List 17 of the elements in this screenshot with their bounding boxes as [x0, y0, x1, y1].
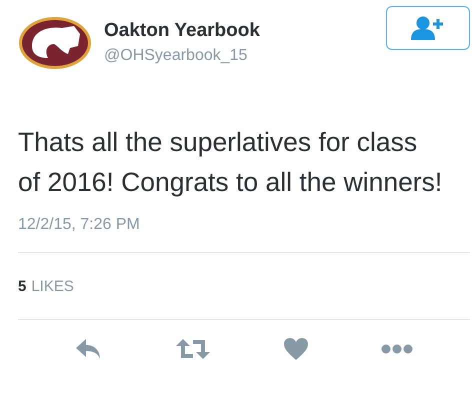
- account-handle: @OHSyearbook_15: [104, 47, 248, 65]
- cougar-logo-icon: [18, 16, 92, 70]
- retweet-button[interactable]: [176, 338, 210, 360]
- more-icon: [381, 344, 414, 354]
- heart-icon: [284, 338, 308, 360]
- add-user-icon: [411, 16, 445, 40]
- retweet-icon: [176, 338, 210, 360]
- reply-button[interactable]: [74, 338, 103, 360]
- tweet-text: Thats all the superlatives for class of 2016! Congrats to all the winners!: [18, 126, 444, 199]
- more-button[interactable]: [381, 344, 414, 354]
- account-name: Oakton Yearbook: [104, 20, 261, 42]
- like-button[interactable]: [284, 338, 308, 360]
- tweet-timestamp: 12/2/15, 7:26 PM: [18, 216, 141, 234]
- likes-label: LIKES: [31, 278, 74, 294]
- likes-count: 5: [18, 278, 26, 294]
- follow-button[interactable]: [386, 6, 470, 50]
- reply-icon: [74, 338, 103, 360]
